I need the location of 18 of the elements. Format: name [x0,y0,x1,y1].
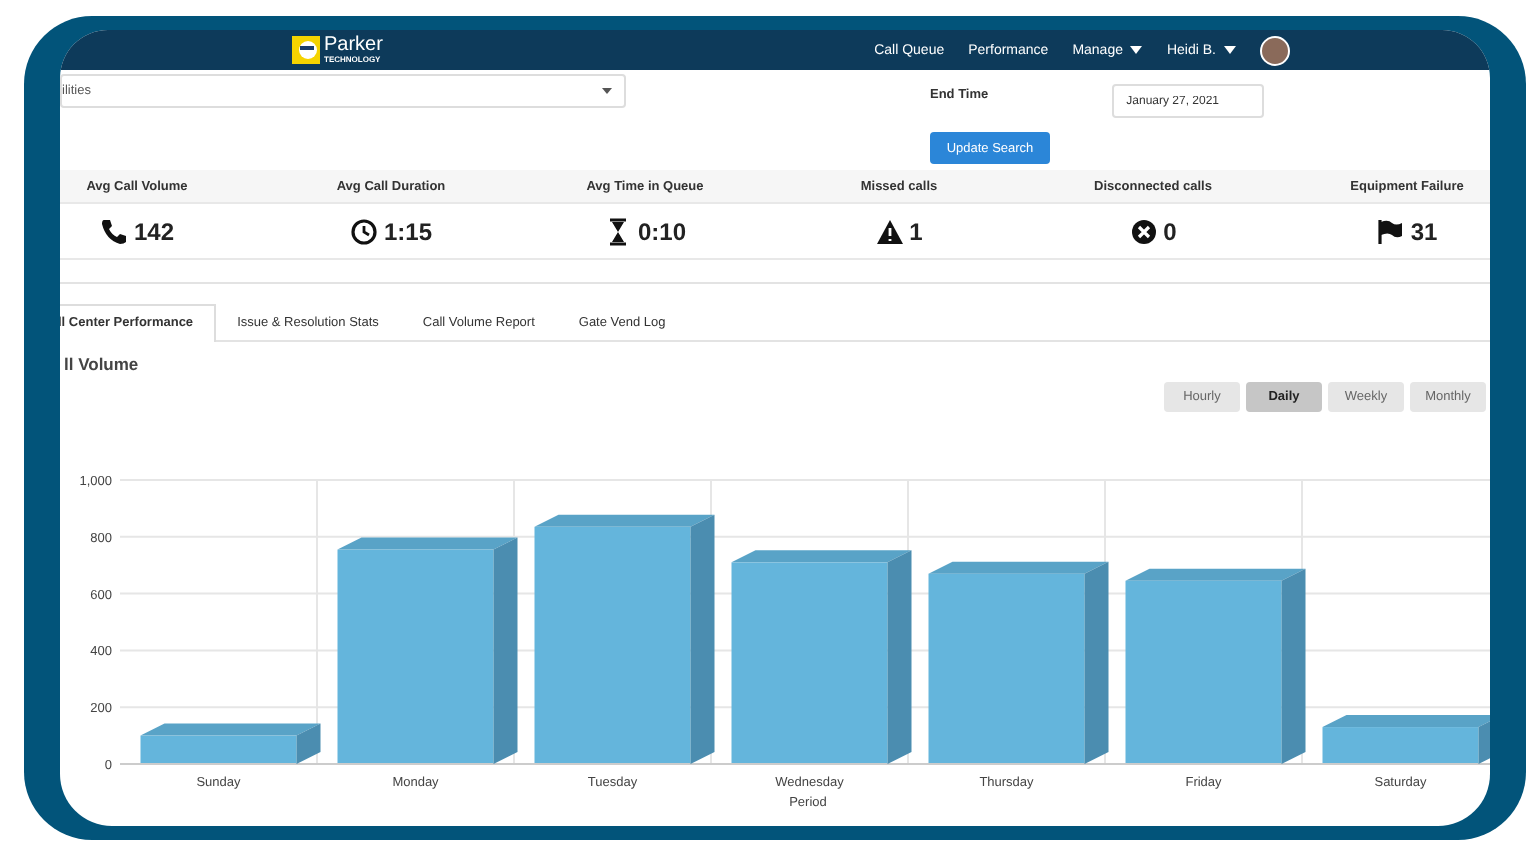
stat-value: 0 [1163,217,1177,245]
logo-icon [292,36,320,64]
avatar[interactable] [1260,35,1290,65]
logo-name: Parker [324,36,383,56]
flag-icon [1376,217,1405,245]
stat-value: 0:10 [637,217,687,245]
chart-title: ll Volume [64,354,141,374]
phone-icon [99,217,128,245]
caret-icon [1224,46,1236,54]
stat-value: 31 [1410,217,1438,245]
caret-icon [602,88,612,94]
stat-value: 1 [909,217,923,245]
caret-icon [1130,46,1143,54]
close-circle-icon [1129,217,1158,245]
warning-icon [875,217,904,245]
stat-value: 142 [133,217,175,245]
clock-icon [349,217,378,245]
stat-value: 1:15 [383,217,433,245]
